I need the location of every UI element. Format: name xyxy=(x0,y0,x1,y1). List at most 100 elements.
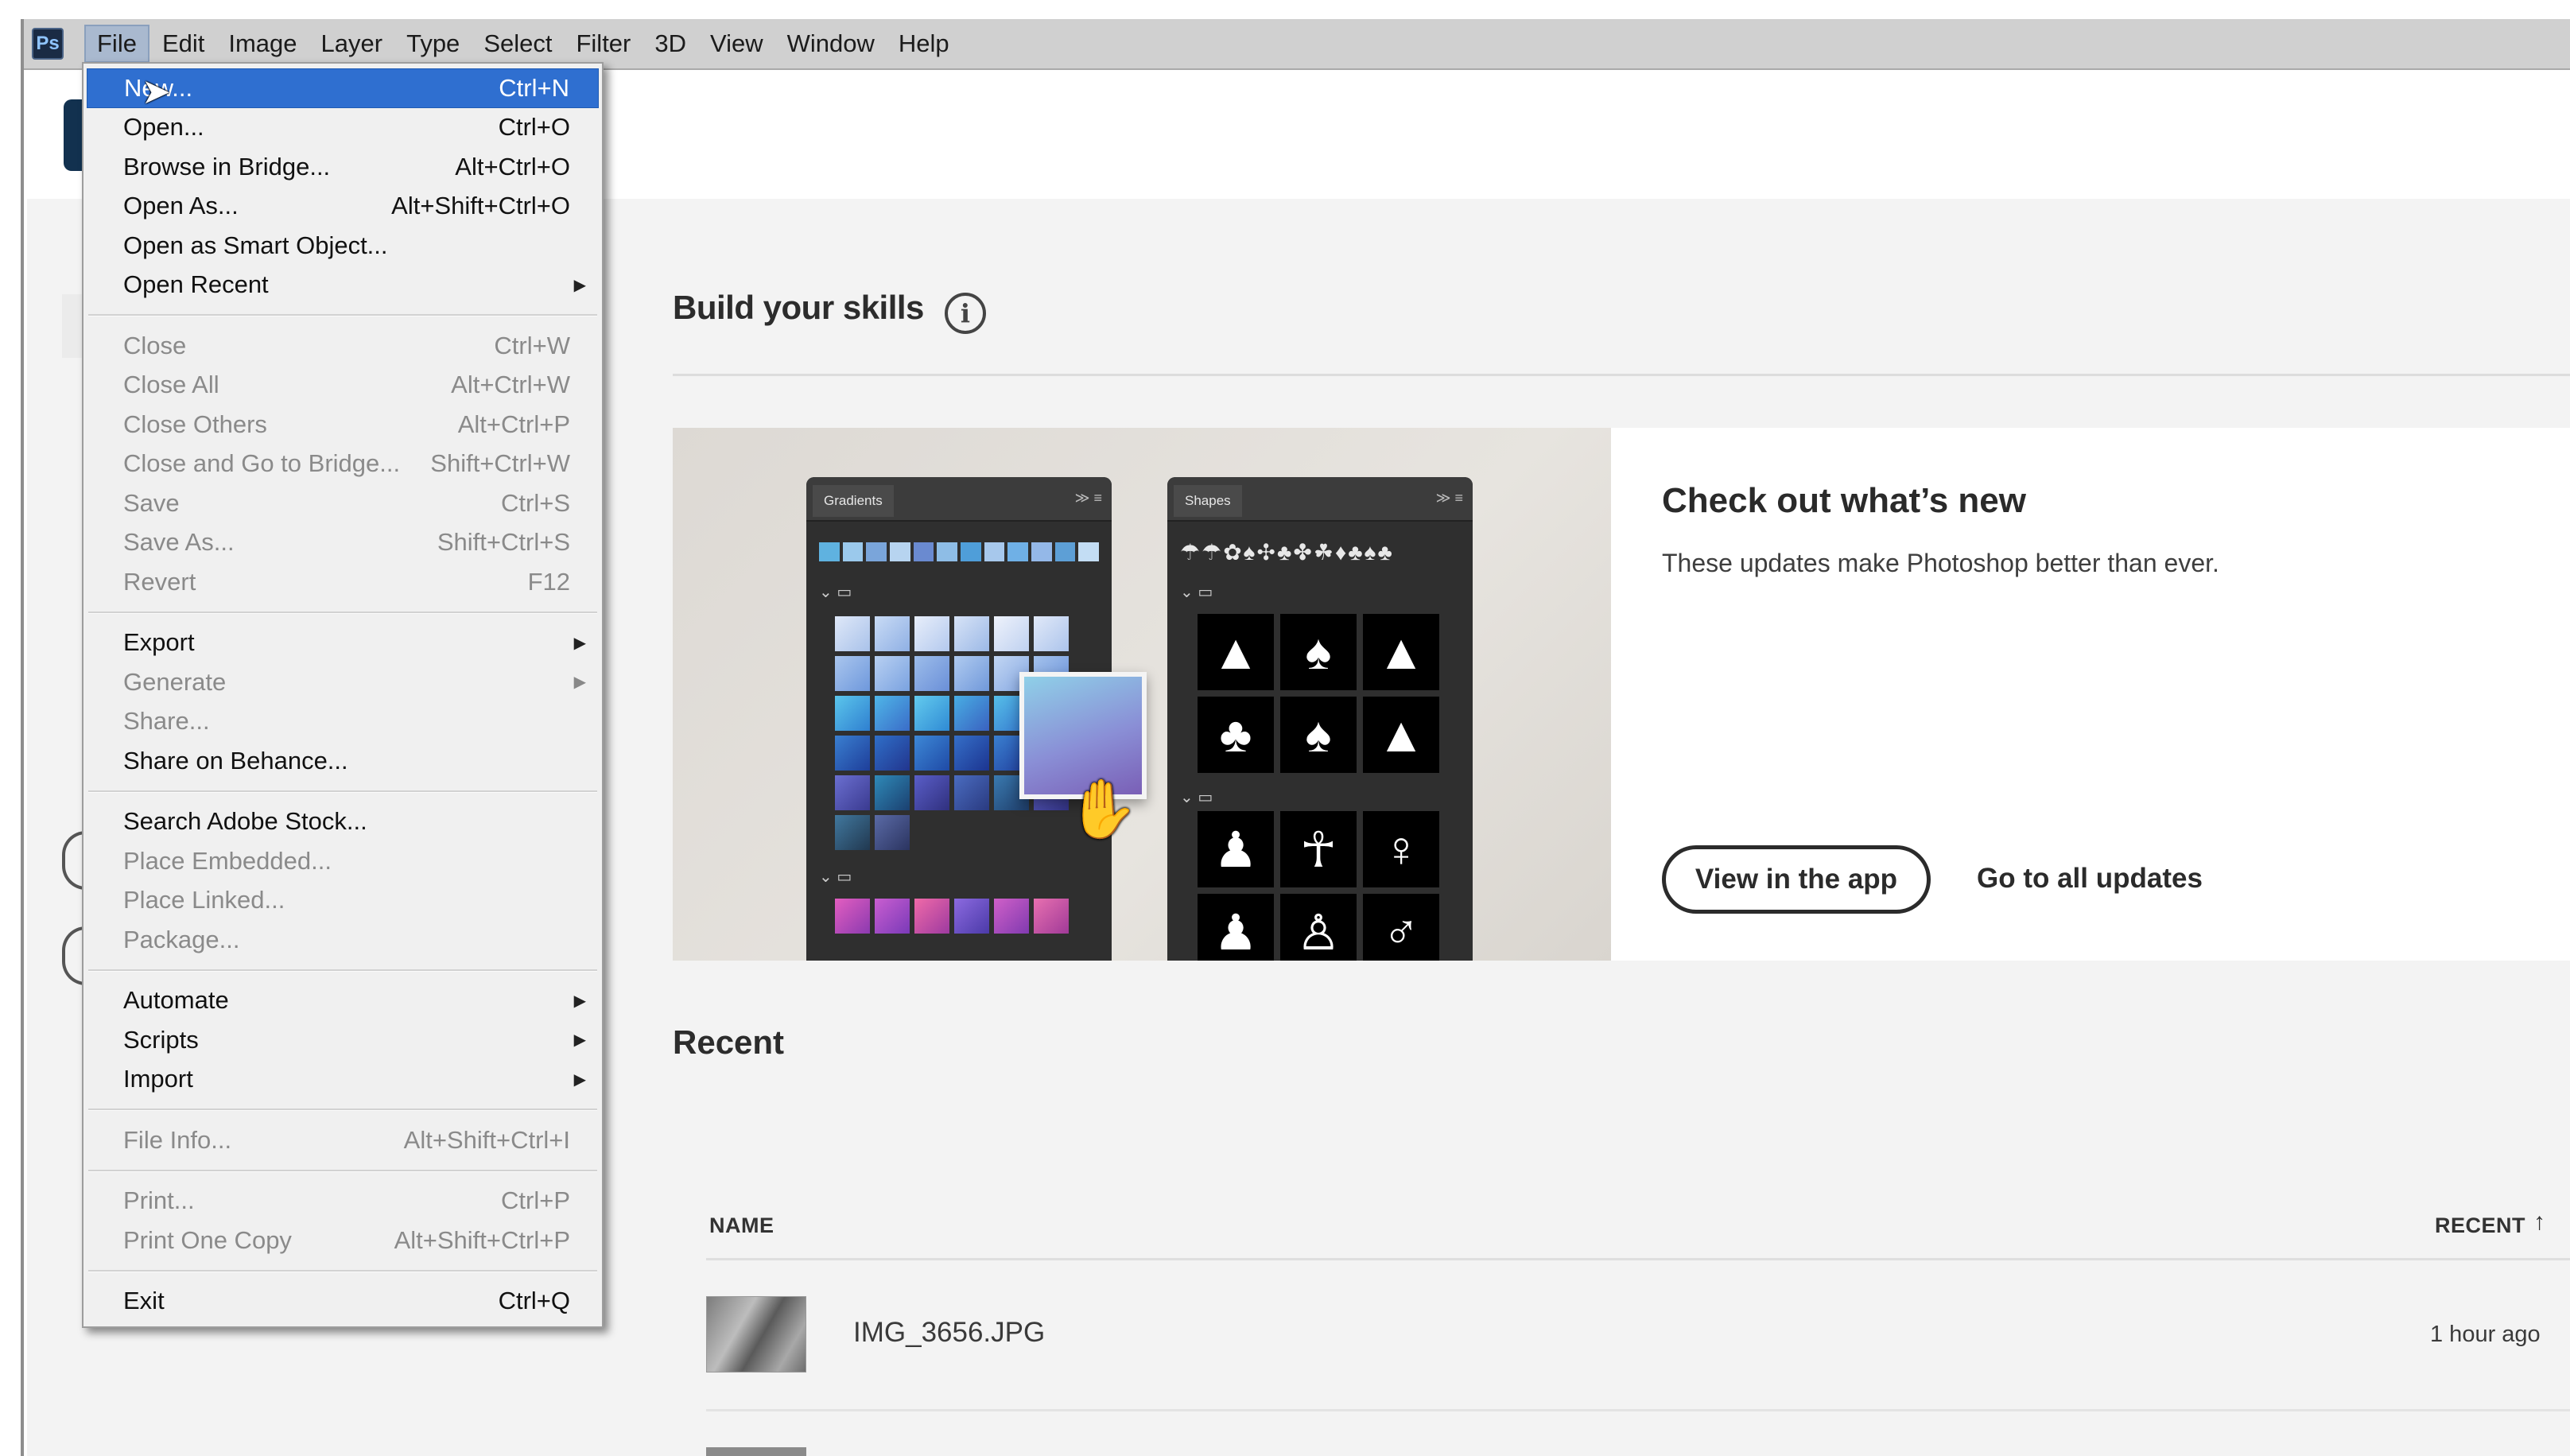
file-menu-item-open-as-smart-object[interactable]: Open as Smart Object... xyxy=(83,226,602,266)
file-menu-item-share-on-behance[interactable]: Share on Behance... xyxy=(83,741,602,781)
file-menu-item-place-embedded[interactable]: Place Embedded... xyxy=(83,841,602,881)
menu-separator xyxy=(88,1169,597,1172)
file-menu-item-browse-in-bridge[interactable]: Browse in Bridge... Alt+Ctrl+O xyxy=(83,147,602,187)
menu-edit[interactable]: Edit xyxy=(151,25,215,63)
menu-layer[interactable]: Layer xyxy=(310,25,394,63)
gradient-swatch-grid-2 xyxy=(835,899,1069,934)
shape-icons-row: ☂☂✿♠✣♣✤☘♦♣♠♣ xyxy=(1180,540,1394,565)
file-menu-item-search-adobe-stock[interactable]: Search Adobe Stock... xyxy=(83,802,602,842)
folder-chevron-icon: ⌄ ▭ xyxy=(1180,584,1213,601)
tree-shape-icon: ▲ xyxy=(1363,697,1439,773)
person-shape-icon: ☥ xyxy=(1280,811,1357,887)
menu-item-label: Open as Smart Object... xyxy=(123,231,388,259)
menu-item-shortcut: Alt+Shift+Ctrl+O xyxy=(391,192,570,220)
menu-item-shortcut: Alt+Ctrl+O xyxy=(455,152,570,181)
hand-cursor-icon: ✋ xyxy=(1067,778,1139,841)
gradient-strip xyxy=(819,542,1100,561)
submenu-arrow-icon: ▶ xyxy=(573,1070,586,1089)
view-in-app-button[interactable]: View in the app xyxy=(1662,845,1931,914)
shapes-panel-illustration: Shapes ≫ ≡ ☂☂✿♠✣♣✤☘♦♣♠♣ ⌄ ▭ ▲ ♠ ▲ ♣ ♠ ▲ … xyxy=(1167,477,1473,961)
window-left-border xyxy=(0,19,24,1456)
menu-view[interactable]: View xyxy=(699,25,774,63)
file-menu-item-close-all[interactable]: Close All Alt+Ctrl+W xyxy=(83,366,602,406)
menu-item-label: Automate xyxy=(123,986,229,1015)
mouse-pointer-icon: ➤ xyxy=(142,72,171,111)
menu-item-shortcut: Ctrl+O xyxy=(498,113,570,142)
menu-help[interactable]: Help xyxy=(887,25,961,63)
file-menu-item-save[interactable]: Save Ctrl+S xyxy=(83,483,602,523)
folder-chevron-icon: ⌄ ▭ xyxy=(819,584,852,601)
file-menu-item-print[interactable]: Print... Ctrl+P xyxy=(83,1182,602,1221)
table-row[interactable]: IMG_3656.JPG 1 hour ago xyxy=(706,1288,2570,1382)
menu-item-shortcut: Ctrl+N xyxy=(499,73,569,102)
file-menu-item-close[interactable]: Close Ctrl+W xyxy=(83,326,602,366)
tree-shape-icon: ▲ xyxy=(1363,614,1439,690)
menu-item-label: Package... xyxy=(123,925,240,953)
whats-new-card: Gradients ≫ ≡ ⌄ ▭ ⌄ ▭ Shapes ≫ ≡ ☂☂✿♠✣♣✤… xyxy=(673,428,2570,961)
file-menu-item-package[interactable]: Package... xyxy=(83,920,602,960)
file-menu-item-export[interactable]: Export ▶ xyxy=(83,623,602,663)
file-menu-item-close-others[interactable]: Close Others Alt+Ctrl+P xyxy=(83,405,602,445)
person-shape-icon: ♟ xyxy=(1198,811,1274,887)
file-menu-item-print-one-copy[interactable]: Print One Copy Alt+Shift+Ctrl+P xyxy=(83,1221,602,1260)
column-header-name[interactable]: NAME xyxy=(709,1213,774,1238)
menu-item-shortcut: Shift+Ctrl+W xyxy=(430,449,570,478)
file-menu-item-place-linked[interactable]: Place Linked... xyxy=(83,881,602,921)
menu-select[interactable]: Select xyxy=(472,25,563,63)
menu-item-label: Share on Behance... xyxy=(123,746,348,775)
menu-separator xyxy=(88,1269,597,1272)
menu-item-label: Close xyxy=(123,331,187,359)
file-menu-item-revert[interactable]: Revert F12 xyxy=(83,562,602,602)
menu-3d[interactable]: 3D xyxy=(643,25,697,63)
sort-ascending-icon[interactable]: ↑ xyxy=(2533,1209,2545,1236)
info-icon[interactable]: i xyxy=(945,293,986,334)
file-thumbnail[interactable] xyxy=(706,1447,806,1456)
file-recent-time: 1 hour ago xyxy=(2430,1322,2541,1347)
file-name: IMG_3656.JPG xyxy=(853,1317,1046,1348)
file-menu-item-file-info[interactable]: File Info... Alt+Shift+Ctrl+I xyxy=(83,1120,602,1160)
menu-item-label: Open As... xyxy=(123,192,239,220)
menu-item-shortcut: Alt+Ctrl+P xyxy=(457,410,570,438)
menu-window[interactable]: Window xyxy=(776,25,886,63)
panel-menu-icon: ≫ ≡ xyxy=(1435,490,1463,506)
menu-item-shortcut: Alt+Ctrl+W xyxy=(451,371,570,399)
panel-menu-icon: ≫ ≡ xyxy=(1074,490,1102,506)
file-menu-item-open-as[interactable]: Open As... Alt+Shift+Ctrl+O xyxy=(83,187,602,227)
go-to-all-updates-link[interactable]: Go to all updates xyxy=(1977,863,2203,895)
menu-item-shortcut: Ctrl+P xyxy=(501,1186,570,1215)
menu-item-shortcut: Ctrl+S xyxy=(501,488,570,517)
menu-image[interactable]: Image xyxy=(217,25,308,63)
submenu-arrow-icon: ▶ xyxy=(573,276,586,294)
person-shape-icon: ♙ xyxy=(1280,894,1357,961)
file-menu-item-exit[interactable]: Exit Ctrl+Q xyxy=(83,1282,602,1322)
file-menu-item-open-recent[interactable]: Open Recent ▶ xyxy=(83,266,602,305)
folder-chevron-icon: ⌄ ▭ xyxy=(819,868,852,886)
column-header-recent[interactable]: RECENT xyxy=(2435,1213,2525,1238)
menu-separator xyxy=(88,611,597,614)
menu-filter[interactable]: Filter xyxy=(565,25,642,63)
menu-item-label: Share... xyxy=(123,707,210,736)
menu-item-shortcut: Shift+Ctrl+S xyxy=(437,528,570,557)
menu-item-label: Print... xyxy=(123,1186,195,1215)
photoshop-logo-icon: Ps xyxy=(32,28,64,60)
file-menu-item-generate[interactable]: Generate ▶ xyxy=(83,662,602,702)
menu-item-label: Open... xyxy=(123,113,204,142)
menu-type[interactable]: Type xyxy=(395,25,471,63)
build-skills-title: Build your skills xyxy=(673,289,924,326)
menu-separator xyxy=(88,314,597,316)
file-menu-item-scripts[interactable]: Scripts ▶ xyxy=(83,1020,602,1060)
file-menu-item-share[interactable]: Share... xyxy=(83,702,602,742)
file-menu-item-import[interactable]: Import ▶ xyxy=(83,1060,602,1100)
menu-item-label: Scripts xyxy=(123,1025,199,1054)
menu-item-label: Open Recent xyxy=(123,270,269,299)
menu-separator xyxy=(88,1109,597,1111)
person-shape-icon: ♂ xyxy=(1363,894,1439,961)
menu-item-label: Import xyxy=(123,1065,193,1093)
folder-chevron-icon: ⌄ ▭ xyxy=(1180,789,1213,806)
file-menu-item-automate[interactable]: Automate ▶ xyxy=(83,981,602,1021)
menu-file[interactable]: File xyxy=(84,25,149,63)
file-menu-item-close-and-go-to-bridge[interactable]: Close and Go to Bridge... Shift+Ctrl+W xyxy=(83,445,602,484)
file-menu-item-open[interactable]: Open... Ctrl+O xyxy=(83,108,602,148)
file-menu-item-save-as[interactable]: Save As... Shift+Ctrl+S xyxy=(83,523,602,563)
panel-header: Shapes ≫ ≡ xyxy=(1167,477,1473,522)
